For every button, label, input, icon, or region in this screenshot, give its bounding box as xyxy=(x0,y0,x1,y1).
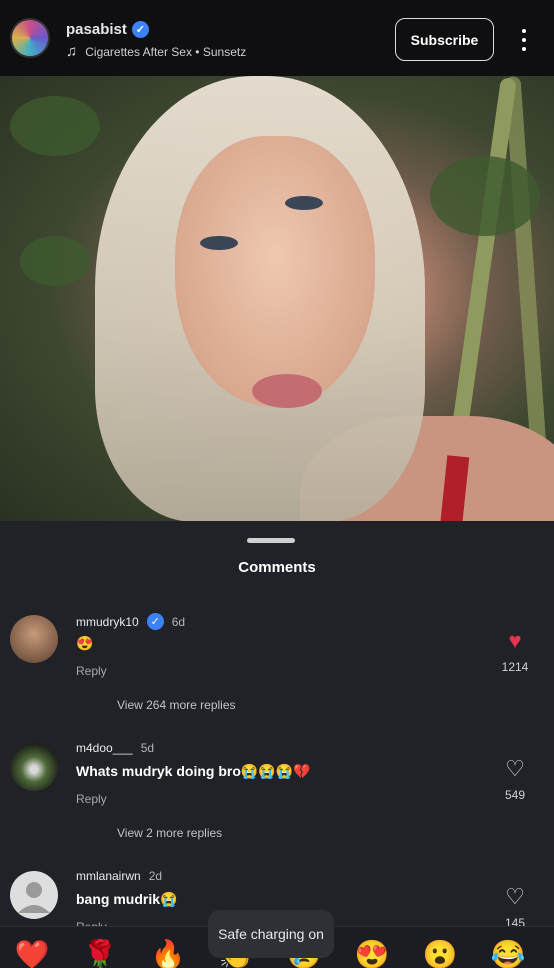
heart-icon[interactable]: ♥ xyxy=(500,629,530,653)
author-username[interactable]: pasabist ✓ xyxy=(66,21,149,38)
comment-user-row: mmlanairwn 2d xyxy=(76,869,162,883)
emoji-laugh[interactable]: 😂 xyxy=(488,939,528,968)
subscribe-button[interactable]: Subscribe xyxy=(395,18,494,61)
background-leaves xyxy=(430,156,540,236)
more-vertical-icon[interactable] xyxy=(514,26,534,54)
comment-username[interactable]: mmudryk10 xyxy=(76,615,139,629)
view-more-replies[interactable]: View 2 more replies xyxy=(117,826,222,840)
heart-icon[interactable]: ♡ xyxy=(500,885,530,909)
comment-time: 5d xyxy=(140,741,155,755)
emoji-rose[interactable]: 🌹 xyxy=(80,939,120,968)
person-silhouette-icon xyxy=(18,882,50,913)
like-count: 1214 xyxy=(501,660,529,674)
reply-button[interactable]: Reply xyxy=(76,664,107,678)
toast-notification: Safe charging on xyxy=(208,910,334,958)
comment-username[interactable]: m4doo___ xyxy=(76,741,133,755)
emoji-heart-eyes[interactable]: 😍 xyxy=(352,939,392,968)
post-image[interactable] xyxy=(0,76,554,522)
background-leaves xyxy=(10,96,100,156)
verified-badge-icon: ✓ xyxy=(131,21,149,38)
comment-username[interactable]: mmlanairwn xyxy=(76,869,141,883)
comment-text: 😍 xyxy=(76,635,94,651)
emoji-surprised[interactable]: 😮 xyxy=(420,939,460,968)
reply-button[interactable]: Reply xyxy=(76,792,107,806)
like-count: 549 xyxy=(504,788,526,802)
commenter-avatar[interactable] xyxy=(10,615,58,663)
comment-time: 6d xyxy=(171,614,186,629)
comment-text: Whats mudryk doing bro😭😭😭💔 xyxy=(76,763,311,779)
emoji-fire[interactable]: 🔥 xyxy=(148,939,188,968)
comment-time: 2d xyxy=(148,869,163,883)
post-header: pasabist ✓ ♫ Cigarettes After Sex • Suns… xyxy=(0,0,554,76)
drag-handle[interactable] xyxy=(247,538,295,543)
emoji-heart[interactable]: ❤️ xyxy=(12,939,52,968)
default-avatar-icon[interactable] xyxy=(10,871,58,919)
right-eye xyxy=(285,196,323,210)
commenter-avatar[interactable] xyxy=(10,743,58,791)
comment-text: bang mudrik😭 xyxy=(76,891,178,907)
left-eye xyxy=(200,236,238,250)
author-avatar[interactable] xyxy=(10,18,50,58)
music-title[interactable]: Cigarettes After Sex • Sunsetz xyxy=(85,45,246,59)
comments-panel: Comments mmudryk10 ✓ 6d 😍 Reply ♥ 1214 V… xyxy=(0,521,554,968)
music-info[interactable]: ♫ Cigarettes After Sex • Sunsetz xyxy=(66,43,246,60)
background-leaves xyxy=(20,236,90,286)
face xyxy=(175,136,375,406)
comment-user-row: m4doo___ 5d xyxy=(76,741,154,755)
music-note-icon: ♫ xyxy=(66,43,78,60)
lips xyxy=(252,374,322,408)
comment-user-row: mmudryk10 ✓ 6d xyxy=(76,613,185,630)
author-name[interactable]: pasabist xyxy=(66,21,127,38)
comments-title: Comments xyxy=(238,559,316,576)
heart-icon[interactable]: ♡ xyxy=(500,757,530,781)
verified-badge-icon: ✓ xyxy=(146,613,164,630)
view-more-replies[interactable]: View 264 more replies xyxy=(117,698,236,712)
